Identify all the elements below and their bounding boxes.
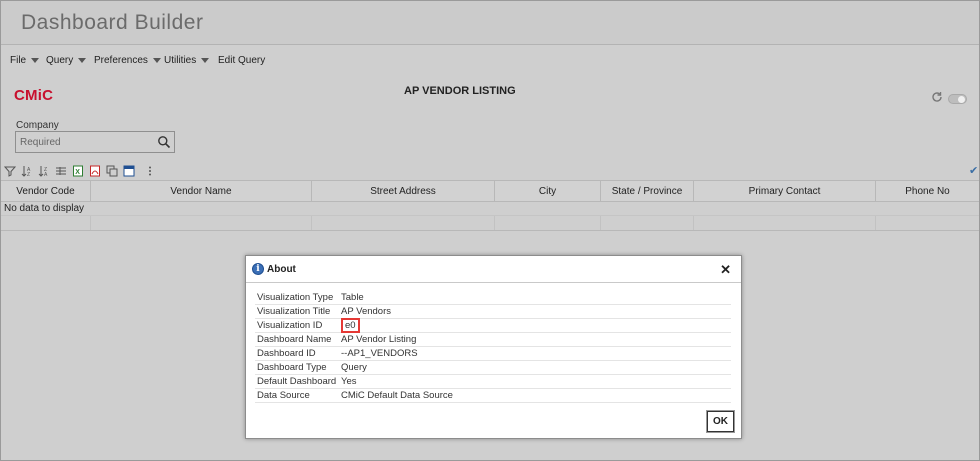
about-dialog: i About ✕ Visualization Type Table Visua…: [245, 255, 742, 439]
menu-query[interactable]: Query: [46, 55, 87, 66]
info-label: Data Source: [257, 390, 310, 401]
grid-cell: [91, 216, 312, 230]
toggle-switch[interactable]: [948, 94, 967, 104]
grid-header: Vendor Code Vendor Name Street Address C…: [1, 180, 979, 202]
more-options-icon[interactable]: [144, 165, 156, 177]
column-header[interactable]: State / Province: [601, 181, 694, 201]
info-icon: i: [252, 263, 264, 275]
info-label: Dashboard ID: [257, 348, 316, 359]
refresh-icon[interactable]: [931, 91, 943, 103]
info-label: Visualization ID: [257, 320, 323, 331]
dialog-title-text: About: [267, 263, 296, 275]
info-value: CMiC Default Data Source: [341, 390, 453, 401]
info-row: Default Dashboard Yes: [255, 375, 731, 389]
info-row: Visualization ID e0: [255, 318, 731, 333]
menu-file-label: File: [10, 55, 27, 66]
column-header[interactable]: Phone No: [876, 181, 979, 201]
info-row: Dashboard Type Query: [255, 361, 731, 375]
chevron-down-icon: [201, 58, 210, 63]
app-header: Dashboard Builder: [1, 1, 979, 45]
sort-ascending-icon[interactable]: AZ: [21, 165, 33, 178]
info-label: Default Dashboard: [257, 376, 337, 387]
svg-text:A: A: [44, 172, 48, 177]
column-header[interactable]: Vendor Code: [1, 181, 91, 201]
column-header[interactable]: Street Address: [312, 181, 495, 201]
column-header[interactable]: Vendor Name: [91, 181, 312, 201]
vendor-grid: Vendor Code Vendor Name Street Address C…: [1, 180, 979, 231]
empty-message: No data to display: [1, 202, 979, 216]
company-input[interactable]: [16, 132, 154, 152]
chevron-down-icon: [78, 58, 87, 63]
info-row: Data Source CMiC Default Data Source: [255, 389, 731, 403]
menu-edit-query-label: Edit Query: [218, 55, 266, 66]
ok-button[interactable]: OK: [707, 411, 734, 432]
info-value: AP Vendor Listing: [341, 334, 417, 345]
company-label: Company: [16, 120, 59, 131]
info-label: Visualization Type: [257, 292, 334, 303]
svg-text:X: X: [75, 169, 80, 176]
menu-edit-query[interactable]: Edit Query: [218, 55, 265, 66]
menu-utilities[interactable]: Utilities: [164, 55, 210, 66]
info-value: AP Vendors: [341, 306, 392, 317]
info-row: Visualization Type Table: [255, 291, 731, 305]
dialog-title: i About: [252, 263, 296, 275]
chevron-down-icon: [152, 58, 161, 63]
check-icon: ✔: [969, 165, 979, 177]
info-label: Dashboard Name: [257, 334, 332, 345]
grid-cell: [312, 216, 495, 230]
info-row: Dashboard ID --AP1_VENDORS: [255, 347, 731, 361]
copy-icon[interactable]: [106, 165, 118, 177]
divider: [246, 282, 741, 283]
menu-preferences-label: Preferences: [94, 55, 148, 66]
svg-text:Z: Z: [27, 172, 30, 177]
grid-cell: [694, 216, 876, 230]
grid-cell: [601, 216, 694, 230]
app-frame: Dashboard Builder File Query Preferences…: [0, 0, 980, 461]
info-row: Dashboard Name AP Vendor Listing: [255, 333, 731, 347]
info-value: --AP1_VENDORS: [341, 348, 418, 359]
info-label: Visualization Title: [257, 306, 331, 317]
layout-icon[interactable]: [123, 165, 135, 177]
info-value: Table: [341, 292, 364, 303]
sort-descending-icon[interactable]: ZA: [38, 165, 50, 178]
grid-cell: [876, 216, 979, 230]
columns-icon[interactable]: [55, 165, 67, 177]
menu-preferences[interactable]: Preferences: [94, 55, 161, 66]
pdf-export-icon[interactable]: [89, 165, 101, 177]
filter-icon[interactable]: [3, 165, 17, 177]
grid-cell: [495, 216, 601, 230]
info-value: Yes: [341, 376, 357, 387]
menu-file[interactable]: File: [10, 55, 40, 66]
close-icon[interactable]: ✕: [720, 262, 731, 278]
column-header[interactable]: Primary Contact: [694, 181, 876, 201]
highlight-box: e0: [341, 318, 360, 333]
company-field: [15, 131, 175, 153]
menu-bar: File Query Preferences Utilities Edit Qu…: [1, 46, 979, 76]
menu-utilities-label: Utilities: [164, 55, 197, 66]
info-value-highlighted: e0: [339, 318, 360, 333]
grid-toolbar: AZ ZA X: [3, 164, 161, 178]
info-label: Dashboard Type: [257, 362, 327, 373]
search-icon[interactable]: [157, 135, 171, 149]
column-header[interactable]: City: [495, 181, 601, 201]
menu-query-label: Query: [46, 55, 74, 66]
excel-export-icon[interactable]: X: [72, 165, 84, 177]
cmic-logo: CMiC: [14, 87, 54, 104]
grid-cell: [1, 216, 91, 230]
chevron-down-icon: [31, 58, 40, 63]
table-row: [1, 216, 979, 231]
info-value: Query: [341, 362, 367, 373]
page-title: AP VENDOR LISTING: [404, 85, 516, 97]
toggle-knob: [958, 96, 965, 103]
info-row: Visualization Title AP Vendors: [255, 305, 731, 319]
about-info-table: Visualization Type Table Visualization T…: [255, 291, 731, 403]
app-title: Dashboard Builder: [21, 11, 204, 34]
